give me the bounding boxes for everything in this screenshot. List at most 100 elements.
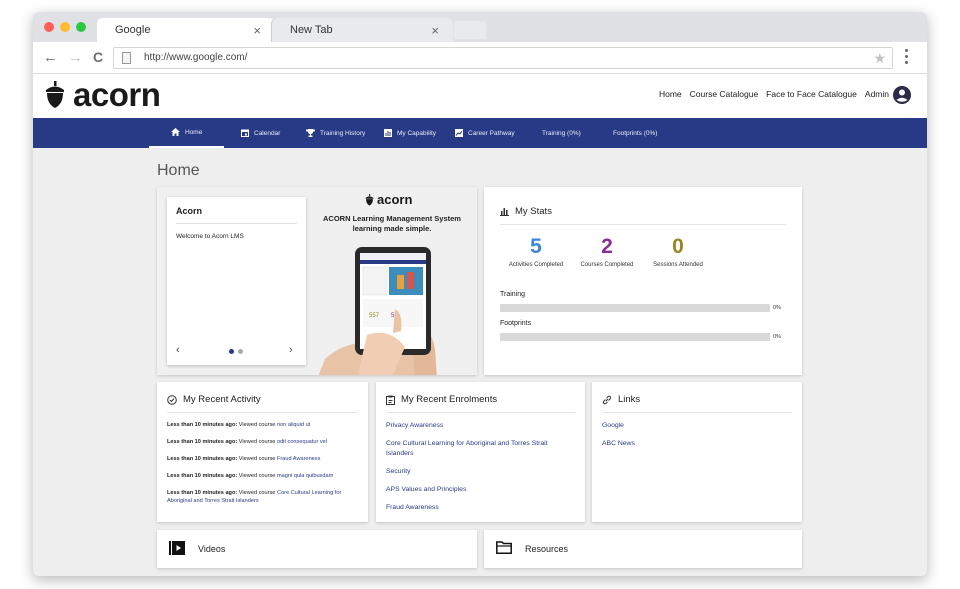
tab-close-icon[interactable]: × bbox=[253, 23, 261, 38]
nav-footprints-progress[interactable]: Footprints (0%) bbox=[613, 118, 657, 148]
activity-course-link[interactable]: non aliquid ut bbox=[277, 422, 310, 428]
training-bar-label: Training bbox=[500, 291, 526, 298]
activity-text: Viewed course bbox=[237, 439, 277, 445]
top-nav: Home Course Catalogue Face to Face Catal… bbox=[659, 89, 889, 99]
tab-google[interactable]: Google × bbox=[97, 18, 275, 42]
enrolment-link[interactable]: Fraud Awareness bbox=[386, 503, 576, 513]
browser-menu-icon[interactable] bbox=[905, 49, 909, 67]
enrolment-link[interactable]: Core Cultural Learning for Aboriginal an… bbox=[386, 439, 576, 459]
carousel-dot[interactable] bbox=[238, 349, 243, 354]
nav-home[interactable]: Home bbox=[149, 118, 224, 148]
activity-time: Less than 10 minutes ago: bbox=[167, 422, 238, 428]
link-google[interactable]: Google bbox=[602, 421, 802, 431]
tab-title: Google bbox=[115, 24, 151, 36]
main-nav: Home Calendar Training History My Capabi… bbox=[33, 118, 927, 148]
top-nav-home[interactable]: Home bbox=[659, 89, 682, 99]
activity-item: Less than 10 minutes ago: Viewed course … bbox=[167, 455, 359, 463]
logo-text: acorn bbox=[73, 76, 161, 113]
top-nav-course-catalogue[interactable]: Course Catalogue bbox=[690, 89, 759, 99]
activity-text: Viewed course bbox=[237, 490, 277, 496]
close-window-button[interactable] bbox=[44, 22, 54, 32]
activity-time: Less than 10 minutes ago: bbox=[167, 490, 238, 496]
window-controls bbox=[44, 22, 86, 32]
activity-item: Less than 10 minutes ago: Viewed course … bbox=[167, 489, 359, 505]
videos-label: Videos bbox=[198, 544, 226, 554]
tab-close-icon[interactable]: × bbox=[431, 23, 439, 38]
stat-value: 5 bbox=[530, 235, 542, 258]
folder-icon bbox=[496, 541, 512, 554]
tab-strip: Google × New Tab × bbox=[33, 12, 927, 42]
trophy-icon bbox=[306, 129, 315, 137]
stat-label: Sessions Attended bbox=[653, 262, 703, 268]
url-text: http://www.google.com/ bbox=[144, 52, 248, 63]
divider bbox=[602, 412, 792, 413]
page-icon bbox=[122, 52, 131, 64]
link-abc-news[interactable]: ABC News bbox=[602, 439, 802, 449]
acorn-logo[interactable]: acorn bbox=[45, 76, 161, 114]
card-title: My Recent Activity bbox=[183, 394, 261, 405]
calendar-icon bbox=[241, 129, 249, 137]
resources-label: Resources bbox=[525, 544, 569, 554]
page-title: Home bbox=[157, 162, 200, 179]
nav-training-progress[interactable]: Training (0%) bbox=[542, 118, 581, 148]
nav-career-pathway[interactable]: Career Pathway bbox=[455, 118, 515, 148]
nav-label: Career Pathway bbox=[468, 129, 515, 137]
stat-sessions-attended: 0 Sessions Attended bbox=[648, 235, 708, 268]
activity-icon bbox=[167, 394, 177, 405]
clipboard-icon bbox=[386, 395, 395, 405]
links-card: Links Google ABC News bbox=[592, 382, 802, 522]
top-nav-face-to-face-catalogue[interactable]: Face to Face Catalogue bbox=[766, 89, 857, 99]
top-nav-admin[interactable]: Admin bbox=[865, 89, 889, 99]
carousel-next-button[interactable]: › bbox=[289, 344, 293, 356]
activity-item: Less than 10 minutes ago: Viewed course … bbox=[167, 438, 359, 446]
carousel-prev-button[interactable]: ‹ bbox=[176, 344, 180, 356]
divider bbox=[176, 223, 297, 224]
back-arrow-icon[interactable]: ← bbox=[43, 49, 58, 66]
bookmark-star-icon[interactable]: ★ bbox=[873, 50, 886, 67]
banner-carousel: Acorn Welcome to Acorn LMS ‹ › acorn ACO… bbox=[157, 187, 477, 375]
enrolment-link[interactable]: Privacy Awareness bbox=[386, 421, 576, 431]
promo-brand: acorn bbox=[365, 192, 412, 207]
card-header: My Recent Activity bbox=[167, 394, 261, 405]
nav-calendar[interactable]: Calendar bbox=[241, 118, 280, 148]
enrolment-link[interactable]: Security bbox=[386, 467, 576, 477]
resources-card[interactable]: Resources bbox=[484, 530, 802, 568]
videos-card[interactable]: Videos bbox=[157, 530, 477, 568]
activity-course-link[interactable]: odit consequatur vel bbox=[277, 439, 327, 445]
pathway-icon bbox=[455, 129, 463, 137]
new-tab-button[interactable] bbox=[454, 21, 486, 39]
enrolment-link[interactable]: APS Values and Principles bbox=[386, 485, 576, 495]
reload-icon[interactable]: C bbox=[93, 49, 103, 65]
card-header: My Recent Enrolments bbox=[386, 394, 497, 405]
tab-new-tab[interactable]: New Tab × bbox=[271, 18, 453, 42]
maximize-window-button[interactable] bbox=[76, 22, 86, 32]
divider bbox=[167, 412, 358, 413]
user-account-icon[interactable] bbox=[893, 86, 911, 104]
nav-label: Footprints (0%) bbox=[613, 129, 658, 137]
stat-label: Activities Completed bbox=[508, 262, 564, 268]
divider bbox=[500, 224, 786, 225]
nav-my-capability[interactable]: My Capability bbox=[384, 118, 436, 148]
activity-time: Less than 10 minutes ago: bbox=[167, 473, 238, 479]
card-header: Links bbox=[602, 394, 640, 405]
welcome-card-text: Welcome to Acorn LMS bbox=[176, 233, 244, 240]
minimize-window-button[interactable] bbox=[60, 22, 70, 32]
nav-label: My Capability bbox=[397, 129, 437, 137]
recent-enrolments-card: My Recent Enrolments Privacy Awareness C… bbox=[376, 382, 585, 522]
stat-label: Courses Completed bbox=[580, 262, 634, 268]
footprints-progress-bar bbox=[500, 333, 770, 341]
activity-course-link[interactable]: Fraud Awareness bbox=[277, 456, 320, 462]
activity-text: Viewed course bbox=[237, 422, 277, 428]
carousel-dot-active[interactable] bbox=[229, 349, 234, 354]
video-library-icon bbox=[169, 541, 185, 555]
divider bbox=[386, 412, 575, 413]
activity-item: Less than 10 minutes ago: Viewed course … bbox=[167, 472, 359, 480]
card-title: My Stats bbox=[515, 206, 552, 217]
browser-window: Google × New Tab × ← → C http://www.goog… bbox=[33, 12, 927, 576]
forward-arrow-icon[interactable]: → bbox=[68, 49, 83, 66]
activity-course-link[interactable]: magni quia quibusdam bbox=[277, 473, 333, 479]
activity-time: Less than 10 minutes ago: bbox=[167, 456, 238, 462]
nav-training-history[interactable]: Training History bbox=[306, 118, 365, 148]
acorn-icon bbox=[365, 193, 374, 206]
address-bar[interactable]: http://www.google.com/ ★ bbox=[113, 47, 893, 69]
